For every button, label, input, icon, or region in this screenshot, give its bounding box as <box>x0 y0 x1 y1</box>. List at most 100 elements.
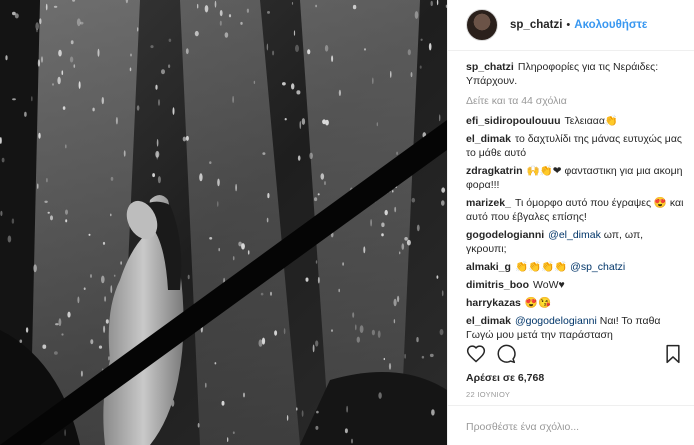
water-droplet <box>214 362 217 365</box>
instagram-post: sp_chatzi • Ακολουθήστε sp_chatzi Πληροφο… <box>0 0 694 445</box>
water-droplet <box>383 357 385 361</box>
water-droplet <box>0 210 3 217</box>
water-droplet <box>388 363 392 370</box>
water-droplet <box>416 224 420 232</box>
water-droplet <box>41 56 43 63</box>
water-droplet <box>404 353 406 359</box>
comment-item: efi_sidiropoulouuu Τελειααα👏 <box>466 114 686 128</box>
water-droplet <box>301 118 306 125</box>
water-droplet <box>61 70 64 75</box>
post-sidebar: sp_chatzi • Ακολουθήστε sp_chatzi Πληροφο… <box>447 0 694 445</box>
comment-username[interactable]: marizek_ <box>466 197 511 209</box>
water-droplet <box>46 178 48 183</box>
caption-username[interactable]: sp_chatzi <box>466 61 514 73</box>
add-comment-input[interactable] <box>466 421 676 433</box>
water-droplet <box>246 8 249 13</box>
water-droplet <box>54 351 58 355</box>
water-droplet <box>11 218 15 224</box>
water-droplet <box>406 239 411 246</box>
water-droplet <box>297 155 301 161</box>
water-droplet <box>397 295 400 303</box>
water-droplet <box>338 89 341 96</box>
water-droplet <box>441 200 445 206</box>
water-droplet <box>205 382 207 388</box>
water-droplet <box>430 0 433 7</box>
separator-dot: • <box>566 19 571 31</box>
water-droplet <box>5 55 8 61</box>
water-droplet <box>62 106 66 110</box>
follow-button[interactable]: Ακολουθήστε <box>574 19 647 31</box>
comment-item: harrykazas 😍😘 <box>466 296 686 310</box>
water-droplet <box>214 0 217 8</box>
water-droplet <box>429 353 434 358</box>
likes-count[interactable]: Αρέσει σε 6,768 <box>466 372 544 384</box>
water-droplet <box>355 324 357 331</box>
water-droplet <box>232 256 235 261</box>
comment-mention[interactable]: @el_dimak <box>548 229 601 241</box>
water-droplet <box>80 370 83 377</box>
water-droplet <box>221 400 225 406</box>
water-droplet <box>253 80 256 84</box>
water-droplet <box>12 98 16 101</box>
comment-mention[interactable]: @gogodelogianni <box>515 315 597 327</box>
bookmark-icon[interactable] <box>664 344 682 364</box>
water-droplet <box>152 173 156 178</box>
water-droplet <box>92 107 95 112</box>
comment-text: Τελειααα👏 <box>564 115 619 127</box>
water-droplet <box>58 49 62 57</box>
water-droplet <box>224 32 229 38</box>
water-droplet <box>38 132 41 139</box>
post-photo[interactable] <box>0 0 447 445</box>
water-droplet <box>185 48 189 55</box>
water-droplet <box>108 356 110 361</box>
comment-username[interactable]: harrykazas <box>466 297 521 309</box>
water-droplet <box>384 209 388 216</box>
water-droplet <box>359 325 364 333</box>
water-droplet <box>320 173 325 180</box>
comment-username[interactable]: almaki_g <box>466 261 511 273</box>
water-droplet <box>90 274 92 278</box>
water-droplet <box>137 27 139 32</box>
water-droplet <box>61 333 64 336</box>
water-droplet <box>283 328 286 335</box>
water-droplet <box>31 96 33 102</box>
water-droplet <box>156 139 159 147</box>
water-droplet <box>346 405 348 413</box>
comment-username[interactable]: zdragkatrin <box>466 165 523 177</box>
water-droplet <box>284 118 287 121</box>
comment-username[interactable]: el_dimak <box>466 133 511 145</box>
water-droplet <box>105 319 109 324</box>
avatar[interactable] <box>466 9 498 41</box>
author-username[interactable]: sp_chatzi <box>510 19 562 31</box>
water-droplet <box>376 122 378 127</box>
view-all-comments-link[interactable]: Δείτε και τα 44 σχόλια <box>466 94 686 108</box>
water-droplet <box>76 18 81 27</box>
water-droplet <box>97 48 100 57</box>
comment-username[interactable]: efi_sidiropoulouuu <box>466 115 561 127</box>
heart-icon[interactable] <box>466 344 486 364</box>
water-droplet <box>65 219 68 223</box>
water-droplet <box>307 49 311 55</box>
water-droplet <box>394 206 397 213</box>
water-droplet <box>77 296 80 304</box>
water-droplet <box>371 329 375 336</box>
comment-icon[interactable] <box>496 344 516 364</box>
water-droplet <box>305 277 309 282</box>
comment-mention[interactable]: @sp_chatzi <box>570 261 625 273</box>
water-droplet <box>104 296 106 302</box>
comment-username[interactable]: dimitris_boo <box>466 279 529 291</box>
comment-username[interactable]: gogodelogianni <box>466 229 544 241</box>
water-droplet <box>414 11 419 19</box>
water-droplet <box>272 50 275 56</box>
water-droplet <box>431 409 435 416</box>
comment-username[interactable]: el_dimak <box>466 315 511 327</box>
water-droplet <box>197 423 200 428</box>
water-droplet <box>219 20 222 26</box>
water-droplet <box>381 233 384 237</box>
water-droplet <box>187 274 190 280</box>
water-droplet <box>47 211 50 214</box>
water-droplet <box>315 425 319 430</box>
water-droplet <box>370 219 372 227</box>
water-droplet <box>53 5 58 8</box>
water-droplet <box>411 197 416 203</box>
